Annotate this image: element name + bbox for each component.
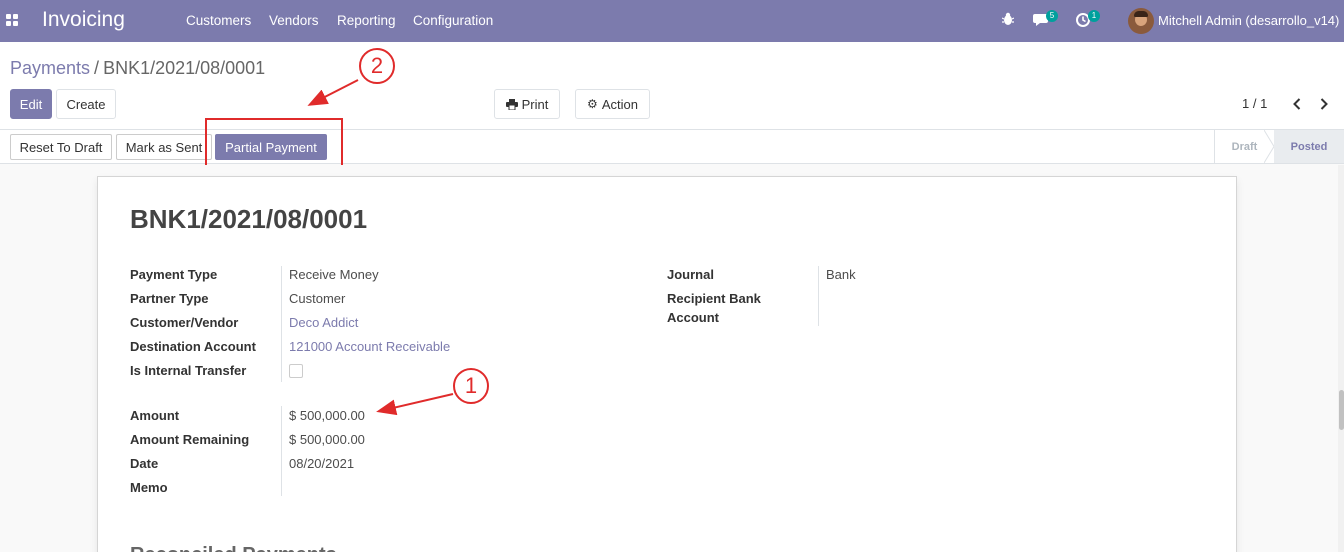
user-avatar[interactable] xyxy=(1128,8,1154,34)
record-title: BNK1/2021/08/0001 xyxy=(130,204,368,234)
chevron-left-icon xyxy=(1293,98,1301,110)
amount-remaining-value: $ 500,000.00 xyxy=(289,432,365,447)
scrollbar-track[interactable] xyxy=(1338,165,1344,552)
amount-label: Amount xyxy=(130,408,180,423)
payment-type-label: Payment Type xyxy=(130,267,218,282)
print-button[interactable]: Print xyxy=(494,89,560,119)
bug-icon[interactable] xyxy=(1002,12,1014,26)
destination-account-link[interactable]: 121000 Account Receivable xyxy=(289,339,450,354)
field-divider-amount xyxy=(281,406,282,496)
partner-type-value: Customer xyxy=(289,291,346,306)
menu-vendors[interactable]: Vendors xyxy=(269,13,319,28)
pager-value[interactable]: 1 / 1 xyxy=(1242,96,1267,111)
action-button[interactable]: ⚙ Action xyxy=(575,89,650,119)
printer-icon xyxy=(505,98,518,110)
breadcrumb-payments[interactable]: Payments xyxy=(10,58,90,78)
journal-value: Bank xyxy=(826,267,856,282)
memo-label: Memo xyxy=(130,480,168,495)
amount-remaining-label: Amount Remaining xyxy=(130,432,250,447)
pager-next-button[interactable] xyxy=(1315,95,1333,113)
app-name[interactable]: Invoicing xyxy=(42,8,125,32)
create-button[interactable]: Create xyxy=(56,89,116,119)
action-label: Action xyxy=(601,96,638,112)
chevron-right-icon xyxy=(1320,98,1328,110)
destination-account-label: Destination Account xyxy=(130,339,256,354)
callout-1: 1 xyxy=(453,368,489,404)
top-navbar: Invoicing Customers Vendors Reporting Co… xyxy=(0,0,1344,42)
partner-type-label: Partner Type xyxy=(130,291,209,306)
field-divider-right xyxy=(818,266,819,326)
field-divider xyxy=(281,266,282,382)
form-statusbar: Reset To Draft Mark as Sent Partial Paym… xyxy=(0,130,1344,164)
internal-transfer-checkbox[interactable] xyxy=(289,364,303,378)
amount-value: $ 500,000.00 xyxy=(289,408,365,423)
date-value: 08/20/2021 xyxy=(289,456,355,471)
control-panel: Payments / BNK1/2021/08/0001 Edit Create P… xyxy=(0,42,1344,130)
menu-configuration[interactable]: Configuration xyxy=(413,13,493,28)
messages-badge: 5 xyxy=(1046,10,1058,22)
reconciled-payments-heading: Reconciled Payments xyxy=(130,544,337,552)
menu-customers[interactable]: Customers xyxy=(186,13,251,28)
payment-type-value: Receive Money xyxy=(289,267,379,282)
customer-vendor-label: Customer/Vendor xyxy=(130,315,239,330)
edit-button[interactable]: Edit xyxy=(10,89,52,119)
breadcrumb-separator: / xyxy=(94,58,100,78)
breadcrumb-current: BNK1/2021/08/0001 xyxy=(103,58,266,78)
customer-vendor-link[interactable]: Deco Addict xyxy=(289,315,358,330)
internal-transfer-label: Is Internal Transfer xyxy=(130,363,247,378)
recipient-bank-label: Recipient Bank xyxy=(667,291,761,306)
apps-icon[interactable] xyxy=(6,14,18,26)
recipient-bank-label-line2: Account xyxy=(667,310,719,325)
activities-badge: 1 xyxy=(1088,10,1100,22)
stage-posted: Posted xyxy=(1274,130,1344,163)
menu-reporting[interactable]: Reporting xyxy=(337,13,396,28)
print-label: Print xyxy=(521,96,549,112)
user-menu[interactable]: Mitchell Admin (desarrollo_v14) xyxy=(1158,13,1339,28)
journal-label: Journal xyxy=(667,267,714,282)
callout-2: 2 xyxy=(359,48,395,84)
breadcrumb: Payments / BNK1/2021/08/0001 xyxy=(10,58,265,79)
gear-icon: ⚙ xyxy=(587,97,598,111)
mark-as-sent-button[interactable]: Mark as Sent xyxy=(116,134,212,160)
pager-previous-button[interactable] xyxy=(1288,95,1306,113)
reset-to-draft-button[interactable]: Reset To Draft xyxy=(10,134,112,160)
date-label: Date xyxy=(130,456,159,471)
scrollbar-thumb[interactable] xyxy=(1339,390,1344,430)
